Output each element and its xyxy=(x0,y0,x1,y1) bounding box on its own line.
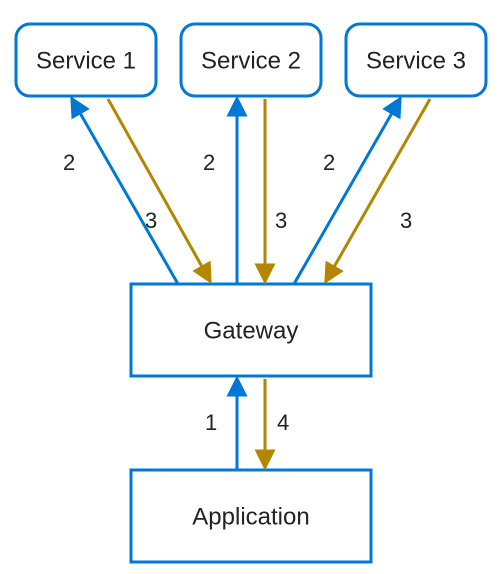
application-label: Application xyxy=(192,503,309,530)
node-service-2: Service 2 xyxy=(181,24,321,96)
edge-gateway-to-service3 xyxy=(294,99,400,284)
edge-label-service2-to-gateway: 3 xyxy=(275,208,287,233)
service-3-label: Service 3 xyxy=(366,47,466,74)
edge-service3-to-gateway xyxy=(326,99,430,281)
node-application: Application xyxy=(131,470,371,562)
edge-label-service1-to-gateway: 3 xyxy=(145,208,157,233)
edge-label-application-to-gateway: 1 xyxy=(205,410,217,435)
architecture-diagram: Service 1 Service 2 Service 3 Gateway Ap… xyxy=(0,0,502,574)
node-service-3: Service 3 xyxy=(346,24,486,96)
edge-label-gateway-to-service1: 2 xyxy=(63,150,75,175)
service-2-label: Service 2 xyxy=(201,47,301,74)
edge-label-gateway-to-application: 4 xyxy=(277,410,289,435)
edge-label-gateway-to-service3: 2 xyxy=(323,150,335,175)
edge-label-gateway-to-service2: 2 xyxy=(203,150,215,175)
service-1-label: Service 1 xyxy=(36,47,136,74)
edge-label-service3-to-gateway: 3 xyxy=(400,208,412,233)
gateway-label: Gateway xyxy=(204,317,299,344)
node-gateway: Gateway xyxy=(131,284,371,376)
node-service-1: Service 1 xyxy=(16,24,156,96)
